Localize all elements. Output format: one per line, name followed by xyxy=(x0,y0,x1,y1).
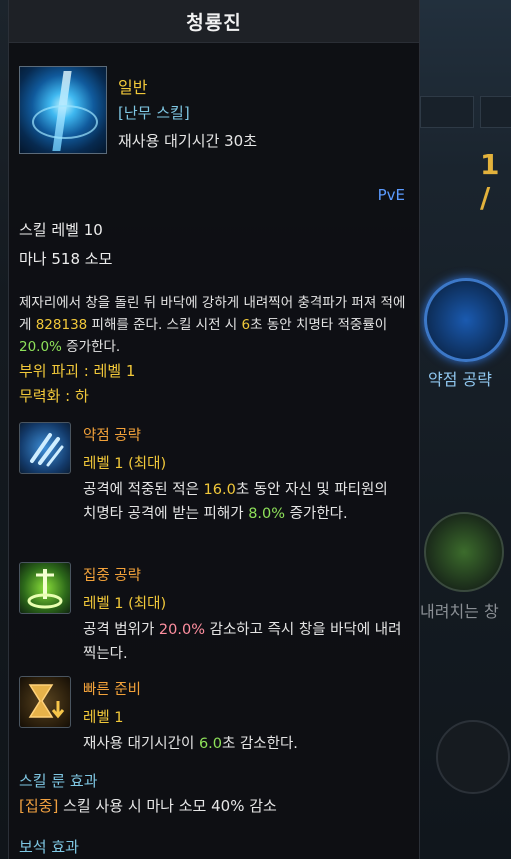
tripod-level: 레벨 1 xyxy=(83,710,124,726)
part-break: 부위 파괴 : 레벨 1 xyxy=(19,362,136,380)
hourglass-icon xyxy=(19,676,71,728)
bg-tripod-icon[interactable] xyxy=(424,278,508,362)
tripod-item: 빠른 준비 레벨 1 재사용 대기시간이 6.0초 감소한다. xyxy=(19,676,411,756)
gem-effect-title: 보석 효과 xyxy=(19,838,79,856)
tripod-description: 재사용 대기시간이 6.0초 감소한다. xyxy=(83,736,298,752)
skill-description: 제자리에서 창을 돌린 뒤 바닥에 강하게 내려찍어 충격파가 퍼져 적에게 8… xyxy=(19,295,406,355)
mana-cost: 마나 518 소모 xyxy=(19,250,113,268)
bg-tripod-counter: 1 / xyxy=(480,148,500,214)
tooltip-header: 청룡진 xyxy=(9,0,419,43)
bg-slot xyxy=(420,96,474,128)
rune-name: [집중] xyxy=(19,797,59,815)
skill-name: 청룡진 xyxy=(186,11,242,34)
skill-summary: 일반 [난무 스킬] 재사용 대기시간 30초 xyxy=(19,66,409,156)
rune-effect-description: [집중] 스킬 사용 시 마나 소모 40% 감소 xyxy=(19,797,277,815)
tripod-name: 빠른 준비 xyxy=(83,682,141,698)
tripod-level: 레벨 1 (최대) xyxy=(83,596,167,612)
tripod-name: 집중 공략 xyxy=(83,568,141,584)
pve-label: PvE xyxy=(377,186,405,204)
skill-type: [난무 스킬] xyxy=(118,104,190,122)
damage-value: 828138 xyxy=(35,317,88,333)
spear-strike-icon xyxy=(19,562,71,614)
tripod-description: 공격 범위가 20.0% 감소하고 즉시 창을 바닥에 내려찍는다. xyxy=(83,622,402,662)
skill-tooltip: 청룡진 일반 [난무 스킬] 재사용 대기시간 30초 PvE 스킬 레벨 10… xyxy=(8,0,420,859)
claw-icon xyxy=(19,422,71,474)
tripod-level: 레벨 1 (최대) xyxy=(83,456,167,472)
tripod-item: 집중 공략 레벨 1 (최대) 공격 범위가 20.0% 감소하고 즉시 창을 … xyxy=(19,562,411,662)
stagger: 무력화 : 하 xyxy=(19,387,89,405)
rune-effect-title: 스킬 룬 효과 xyxy=(19,772,98,790)
tripod-item: 약점 공략 레벨 1 (최대) 공격에 적중된 적은 16.0초 동안 자신 및… xyxy=(19,422,411,542)
bg-tripod-icon[interactable] xyxy=(424,512,504,592)
skill-cooldown: 재사용 대기시간 30초 xyxy=(118,132,258,150)
tripod-description: 공격에 적중된 적은 16.0초 동안 자신 및 파티원의 치명타 공격에 받는… xyxy=(83,482,388,522)
tripod-name: 약점 공략 xyxy=(83,428,141,444)
skill-icon xyxy=(19,66,107,154)
bg-tripod-label: 내려치는 창 xyxy=(420,602,499,621)
bg-tripod-icon[interactable] xyxy=(436,720,510,794)
bg-slot xyxy=(480,96,511,128)
skill-grade: 일반 xyxy=(118,78,148,97)
bg-tripod-label: 약점 공략 xyxy=(428,370,492,389)
skill-level: 스킬 레벨 10 xyxy=(19,221,103,239)
